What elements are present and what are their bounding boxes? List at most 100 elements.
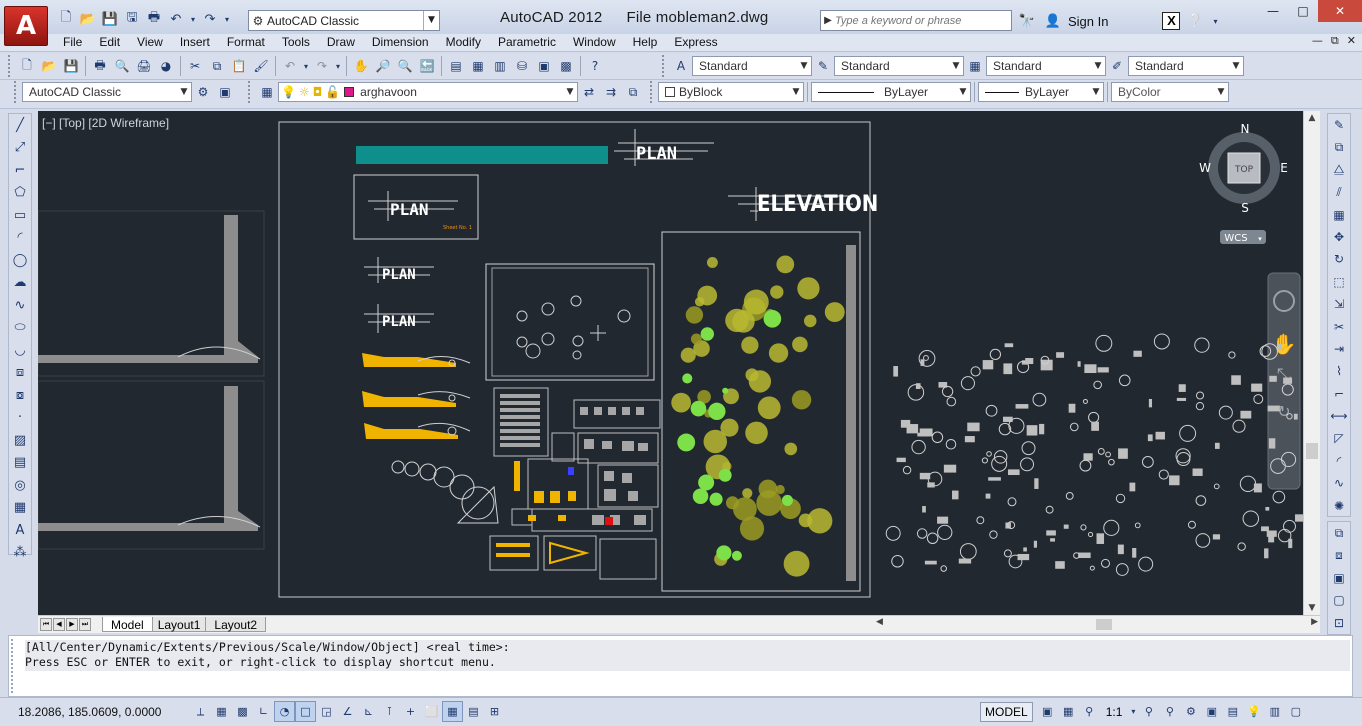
qnew-icon[interactable]: 🗋: [16, 55, 38, 77]
allow-ucs-icon[interactable]: ⊾: [358, 701, 379, 722]
hardware-acceleration-icon[interactable]: ▤: [1222, 701, 1243, 722]
redo-tb-icon[interactable]: ↷: [311, 55, 333, 77]
object-snap-icon[interactable]: □: [295, 701, 316, 722]
undo-tb-icon[interactable]: ↶: [279, 55, 301, 77]
doc-close-icon[interactable]: ✕: [1347, 34, 1356, 48]
add-selected-icon[interactable]: ⁂: [9, 542, 31, 564]
plot-preview-icon[interactable]: 🔍: [111, 55, 133, 77]
layer-dropdown[interactable]: 💡 ☼ ◘ 🔓 arghavoon ▼: [278, 82, 578, 102]
dim-style-icon[interactable]: ✎: [812, 55, 834, 77]
lineweight-dropdown[interactable]: ByLayer ▼: [978, 82, 1104, 102]
calculator-icon[interactable]: ▩: [555, 55, 577, 77]
dynamic-input-icon[interactable]: ⊺: [379, 701, 400, 722]
help-tb-icon[interactable]: ?: [584, 55, 606, 77]
send-to-back-icon[interactable]: ⧈: [1328, 544, 1350, 566]
linetype-dropdown[interactable]: ByLayer ▼: [811, 82, 971, 102]
toolbar-grip[interactable]: [248, 81, 252, 103]
polygon-icon[interactable]: ⬠: [9, 182, 31, 204]
exchange-icon[interactable]: X: [1162, 12, 1181, 30]
make-block-icon[interactable]: ⧇: [9, 384, 31, 406]
workspace-dropdown[interactable]: ⚙ AutoCAD Classic ▼: [248, 10, 440, 31]
scroll-up-icon[interactable]: ▲: [1304, 113, 1320, 123]
text-style-dropdown[interactable]: Standard ▼: [692, 56, 812, 76]
layer-previous-icon[interactable]: ⇉: [600, 81, 622, 103]
help-dropdown-icon[interactable]: ▾: [1210, 10, 1220, 32]
scroll-down-icon[interactable]: ▼: [1304, 603, 1320, 613]
maximize-icon[interactable]: □: [1288, 0, 1318, 22]
construction-line-icon[interactable]: ⤢: [9, 137, 31, 159]
sign-in-link[interactable]: Sign In: [1068, 14, 1108, 29]
menu-file[interactable]: File: [63, 35, 91, 49]
bring-above-icon[interactable]: ▣: [1328, 567, 1350, 589]
next-tab-icon[interactable]: ▶: [66, 618, 78, 631]
coordinates-readout[interactable]: 18.2086, 185.0609, 0.0000: [18, 705, 161, 719]
region-icon[interactable]: ◎: [9, 474, 31, 496]
text-style-icon[interactable]: A: [670, 55, 692, 77]
plotstyle-dropdown[interactable]: ByColor ▼: [1111, 82, 1229, 102]
close-icon[interactable]: ✕: [1318, 0, 1362, 22]
dim-style-dropdown[interactable]: Standard ▼: [834, 56, 964, 76]
polar-tracking-icon[interactable]: ◔: [274, 701, 295, 722]
sheet-set-icon[interactable]: ⛁: [511, 55, 533, 77]
drawing-viewport[interactable]: [−] [Top] [2D Wireframe] PLAN ELEVATION …: [38, 111, 1303, 615]
revision-cloud-icon[interactable]: ☁: [9, 272, 31, 294]
table-style-dropdown[interactable]: Standard ▼: [986, 56, 1106, 76]
model-space-button[interactable]: MODEL: [980, 701, 1033, 722]
user-icon[interactable]: 👤: [1042, 10, 1064, 32]
pan-icon[interactable]: ✋: [350, 55, 372, 77]
transparency-icon[interactable]: ⬜: [421, 701, 442, 722]
toolbar-lock-icon[interactable]: ▣: [1201, 701, 1222, 722]
ellipse-icon[interactable]: ⬭: [9, 317, 31, 339]
application-status-icon[interactable]: ▥: [1264, 701, 1285, 722]
open-icon[interactable]: 📂: [78, 9, 98, 29]
explode-icon[interactable]: ✺: [1328, 495, 1350, 517]
scroll-right-icon[interactable]: ▶: [1311, 617, 1318, 627]
save-file-icon[interactable]: 💾: [60, 55, 82, 77]
workspace-switching-icon[interactable]: ⚙: [1180, 701, 1201, 722]
isolate-objects-icon[interactable]: 💡: [1243, 701, 1264, 722]
offset-icon[interactable]: ⫽: [1328, 181, 1350, 203]
auto-scale-icon[interactable]: ⚲: [1159, 701, 1180, 722]
workspace-settings-icon[interactable]: ⚙: [192, 81, 214, 103]
fillet-icon[interactable]: ◜: [1328, 450, 1350, 472]
multileader-style-dropdown[interactable]: Standard ▼: [1128, 56, 1244, 76]
annotation-visibility-icon[interactable]: ⚲: [1138, 701, 1159, 722]
search-expand-icon[interactable]: ▶: [821, 15, 835, 26]
menu-view[interactable]: View: [137, 35, 172, 49]
chamfer-icon[interactable]: ◸: [1328, 427, 1350, 449]
object-snap-tracking-icon[interactable]: ∠: [337, 701, 358, 722]
table-icon[interactable]: ▦: [9, 497, 31, 519]
copy-object-icon[interactable]: ⧉: [1328, 136, 1350, 158]
multileader-style-icon[interactable]: ✐: [1106, 55, 1128, 77]
last-tab-icon[interactable]: ⏭: [79, 618, 91, 631]
infer-constraints-icon[interactable]: ⟂: [190, 701, 211, 722]
menu-edit[interactable]: Edit: [99, 35, 129, 49]
spline-icon[interactable]: ∿: [9, 294, 31, 316]
markup-icon[interactable]: ▣: [533, 55, 555, 77]
rectangle-icon[interactable]: ▭: [9, 204, 31, 226]
workspace-save-icon[interactable]: ▣: [214, 81, 236, 103]
redo-tb-dropdown-icon[interactable]: ▾: [333, 55, 343, 77]
selection-cycling-icon[interactable]: ▤: [463, 701, 484, 722]
tab-layout1[interactable]: Layout1: [148, 617, 210, 632]
zoom-window-icon[interactable]: 🔍: [394, 55, 416, 77]
undo-dropdown-icon[interactable]: ▾: [188, 9, 198, 29]
quick-view-layouts-icon[interactable]: ▣: [1037, 701, 1058, 722]
toolbar-grip[interactable]: [662, 55, 666, 77]
rotate-icon[interactable]: ↻: [1328, 248, 1350, 270]
menu-express[interactable]: Express: [674, 35, 726, 49]
multiline-text-icon[interactable]: A: [9, 519, 31, 541]
snap-mode-icon[interactable]: ▦: [211, 701, 232, 722]
toolbar-grip[interactable]: [650, 81, 654, 103]
3d-object-snap-icon[interactable]: ◲: [316, 701, 337, 722]
doc-restore-icon[interactable]: ⧉: [1331, 34, 1339, 48]
table-style-icon[interactable]: ▦: [964, 55, 986, 77]
menu-draw[interactable]: Draw: [327, 35, 364, 49]
tool-palettes-icon[interactable]: ▥: [489, 55, 511, 77]
doc-minimize-icon[interactable]: —: [1312, 34, 1323, 48]
color-dropdown[interactable]: ByBlock ▼: [658, 82, 804, 102]
prev-tab-icon[interactable]: ◀: [53, 618, 65, 631]
gradient-icon[interactable]: ▤: [9, 452, 31, 474]
print-icon[interactable]: 🖶: [89, 55, 111, 77]
menu-dimension[interactable]: Dimension: [372, 35, 438, 49]
